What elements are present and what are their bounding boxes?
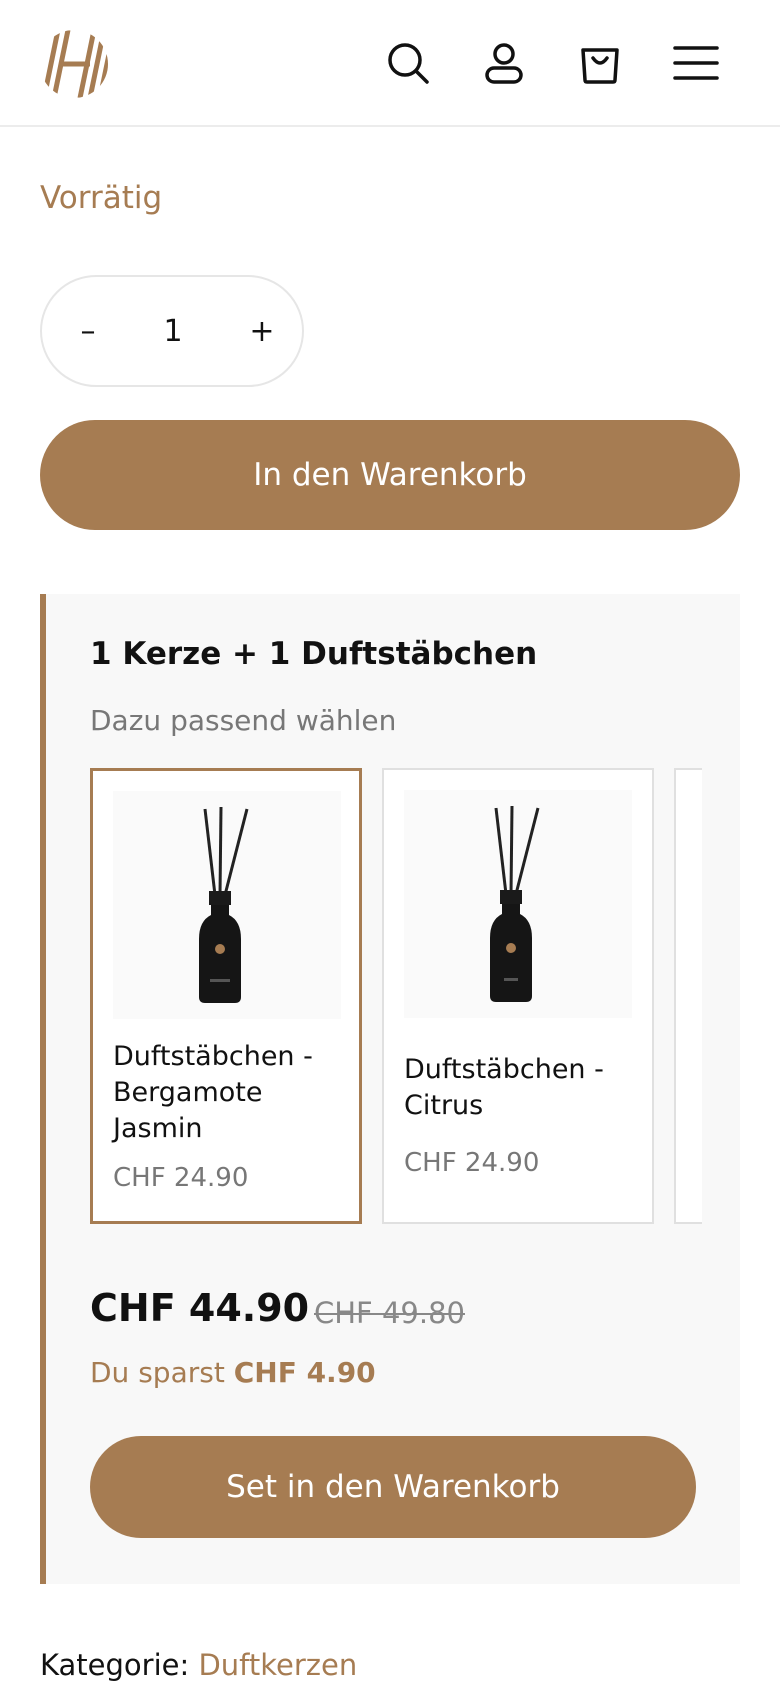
- bundle-option-name: Duftstäbchen - Citrus: [404, 1054, 604, 1121]
- bundle-title: 1 Kerze + 1 Duftstäbchen: [90, 636, 538, 672]
- quantity-decrease-button[interactable]: –: [64, 307, 112, 355]
- product-image-diffuser-citrus: [404, 790, 632, 1018]
- site-header: [0, 0, 780, 127]
- quantity-input[interactable]: [138, 307, 208, 355]
- bundle-original-price: CHF 49.80: [314, 1296, 465, 1330]
- account-icon[interactable]: [481, 40, 527, 86]
- savings-amount: CHF 4.90: [233, 1356, 376, 1389]
- bundle-offer: 1 Kerze + 1 Duftstäbchen Dazu passend wä…: [40, 594, 740, 1584]
- bundle-option-name: Duftstäbchen - Bergamote Jasmin: [113, 1041, 313, 1144]
- hamburger-menu-icon[interactable]: [673, 40, 719, 86]
- brand-logo-icon[interactable]: [40, 30, 108, 98]
- bundle-option-card[interactable]: Duftstäbchen - Bergamote Jasmin CHF 24.9…: [90, 768, 362, 1224]
- bundle-option-card[interactable]: Duftstäbchen - Citrus CHF 24.90: [382, 768, 654, 1224]
- bundle-options-carousel[interactable]: Duftstäbchen - Bergamote Jasmin CHF 24.9…: [90, 768, 702, 1228]
- bundle-total-price: CHF 44.90: [90, 1286, 310, 1330]
- stock-status: Vorrätig: [40, 180, 163, 216]
- quantity-increase-button[interactable]: +: [238, 307, 286, 355]
- quantity-stepper: – +: [40, 275, 304, 387]
- bundle-option-price: CHF 24.90: [113, 1163, 249, 1193]
- add-to-cart-button[interactable]: In den Warenkorb: [40, 420, 740, 530]
- product-image-diffuser-bergamote: [113, 791, 341, 1019]
- category-link[interactable]: Duftkerzen: [198, 1648, 357, 1682]
- product-category: Kategorie: Duftkerzen: [40, 1648, 357, 1682]
- bundle-option-card-partial[interactable]: [674, 768, 702, 1224]
- bundle-option-price: CHF 24.90: [404, 1148, 540, 1178]
- shopping-bag-icon[interactable]: [577, 40, 623, 86]
- savings-label: Du sparst: [90, 1356, 225, 1389]
- search-icon[interactable]: [385, 40, 431, 86]
- category-label: Kategorie:: [40, 1648, 190, 1682]
- bundle-savings: Du sparst CHF 4.90: [90, 1356, 376, 1389]
- bundle-subtitle: Dazu passend wählen: [90, 704, 397, 737]
- add-set-to-cart-button[interactable]: Set in den Warenkorb: [90, 1436, 696, 1538]
